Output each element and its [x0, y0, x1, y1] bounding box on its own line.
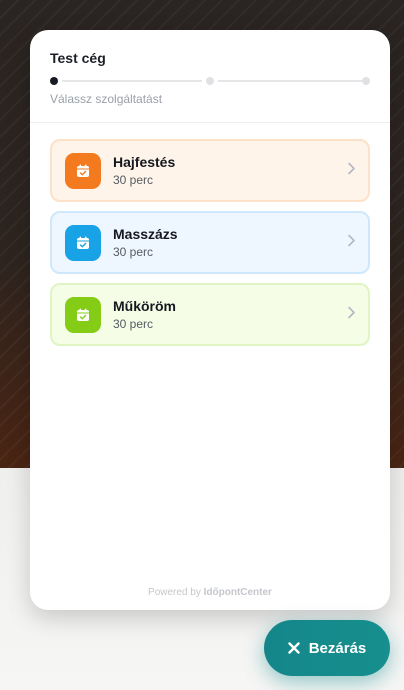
service-item-mukorom[interactable]: Műköröm 30 perc — [50, 283, 370, 346]
service-item-hajfestes[interactable]: Hajfestés 30 perc — [50, 139, 370, 202]
service-item-masszazs[interactable]: Masszázs 30 perc — [50, 211, 370, 274]
service-duration: 30 perc — [113, 317, 154, 331]
calendar-check-icon — [65, 152, 101, 189]
calendar-check-icon — [65, 224, 101, 261]
chevron-right-icon — [346, 161, 356, 180]
service-text: Masszázs 30 perc — [113, 225, 178, 260]
service-text: Hajfestés 30 perc — [113, 153, 175, 188]
service-name: Masszázs — [113, 226, 178, 242]
service-text: Műköröm 30 perc — [113, 297, 176, 332]
service-name: Hajfestés — [113, 154, 176, 170]
chevron-right-icon — [346, 233, 356, 252]
step-2-dot — [206, 77, 214, 85]
company-title: Test cég — [50, 50, 106, 66]
step-1-dot — [50, 77, 58, 85]
close-button[interactable]: Bezárás — [264, 620, 390, 676]
service-duration: 30 perc — [113, 245, 154, 259]
brand-link[interactable]: IdőpontCenter — [204, 587, 272, 598]
widget-header: Test cég Válassz szolgáltatást — [30, 30, 390, 123]
step-progress — [50, 74, 370, 88]
booking-widget: Test cég Válassz szolgáltatást Hajfestés… — [30, 30, 390, 610]
step-line-1 — [62, 80, 202, 82]
service-duration: 30 perc — [113, 173, 154, 187]
service-name: Műköröm — [113, 298, 176, 314]
chevron-right-icon — [346, 305, 356, 324]
service-list: Hajfestés 30 perc Masszázs 30 perc Műkör… — [30, 123, 390, 346]
close-button-label: Bezárás — [308, 639, 367, 657]
close-icon — [288, 642, 300, 654]
step-label: Válassz szolgáltatást — [50, 92, 163, 106]
powered-by-footer: Powered by IdőpontCenter — [30, 587, 390, 598]
step-line-2 — [218, 80, 362, 82]
powered-by-text: Powered by — [148, 587, 201, 598]
calendar-check-icon — [65, 296, 101, 333]
step-3-dot — [362, 77, 370, 85]
